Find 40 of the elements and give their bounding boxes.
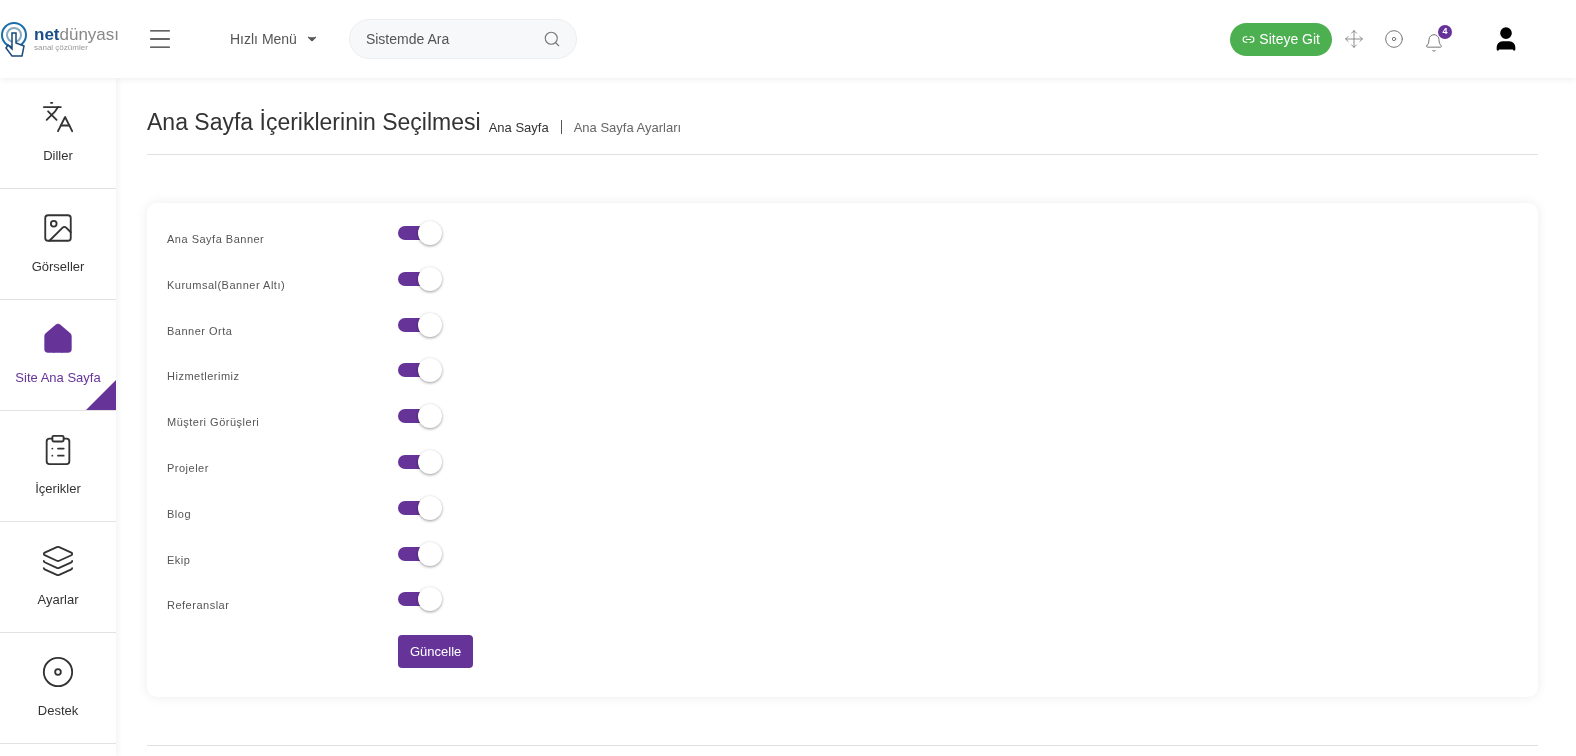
setting-label: Kurumsal(Banner Altı) xyxy=(167,277,287,293)
sidebar-item[interactable]: Görseller xyxy=(0,189,116,300)
toggle-switch[interactable] xyxy=(398,404,442,429)
sidebar-item[interactable]: Diller xyxy=(0,78,116,189)
toggle-switch[interactable] xyxy=(398,450,442,474)
toggle-switch[interactable] xyxy=(398,266,442,291)
sidebar-item[interactable]: Destek xyxy=(0,633,116,744)
bell-icon xyxy=(1424,33,1444,53)
page-title: Ana Sayfa İçeriklerinin Seçilmesi xyxy=(147,111,481,134)
setting-label: Blog xyxy=(167,506,193,522)
stacked-windows-icon xyxy=(41,544,75,579)
quick-menu-dropdown[interactable]: Hızlı Menü xyxy=(230,28,319,50)
toggle-switch[interactable] xyxy=(398,495,442,520)
setting-label: Ekip xyxy=(167,552,192,568)
setting-label: Banner Orta xyxy=(167,323,234,339)
toggle-switch[interactable] xyxy=(398,221,442,245)
search-field[interactable]: Sistemde Ara xyxy=(348,19,577,59)
setting-label: Referanslar xyxy=(167,598,231,614)
toggle-switch[interactable] xyxy=(398,587,442,612)
notification-badge: 4 xyxy=(1438,25,1452,39)
sidebar-item[interactable]: Ayarlar xyxy=(0,522,116,633)
notifications-button[interactable]: 4 xyxy=(1424,25,1452,53)
setting-label: Ana Sayfa Banner xyxy=(167,232,266,247)
update-button[interactable]: Güncelle xyxy=(398,635,474,669)
logo-word: dünyası xyxy=(59,25,120,44)
logo-word: net xyxy=(34,25,60,44)
toggle-switch[interactable] xyxy=(398,541,442,566)
breadcrumb-link[interactable]: Ana Sayfa Ayarları xyxy=(573,121,682,134)
sidebar-item[interactable]: İçerikler xyxy=(0,411,116,522)
move-arrows-icon xyxy=(1344,29,1364,49)
toggle-switch[interactable] xyxy=(398,312,442,337)
toggle-switch[interactable] xyxy=(398,358,442,383)
logo-tagline: sanal çözümler xyxy=(34,44,89,52)
search-icon xyxy=(542,30,561,48)
setting-label: Projeler xyxy=(167,461,210,476)
translate-icon xyxy=(41,100,75,135)
sidebar-item[interactable]: Site Ana Sayfa xyxy=(0,300,116,411)
setting-label: Hizmetlerimiz xyxy=(167,369,241,385)
breadcrumb-link[interactable]: Ana Sayfa xyxy=(488,121,549,134)
setting-label: Müşteri Görüşleri xyxy=(167,415,261,431)
